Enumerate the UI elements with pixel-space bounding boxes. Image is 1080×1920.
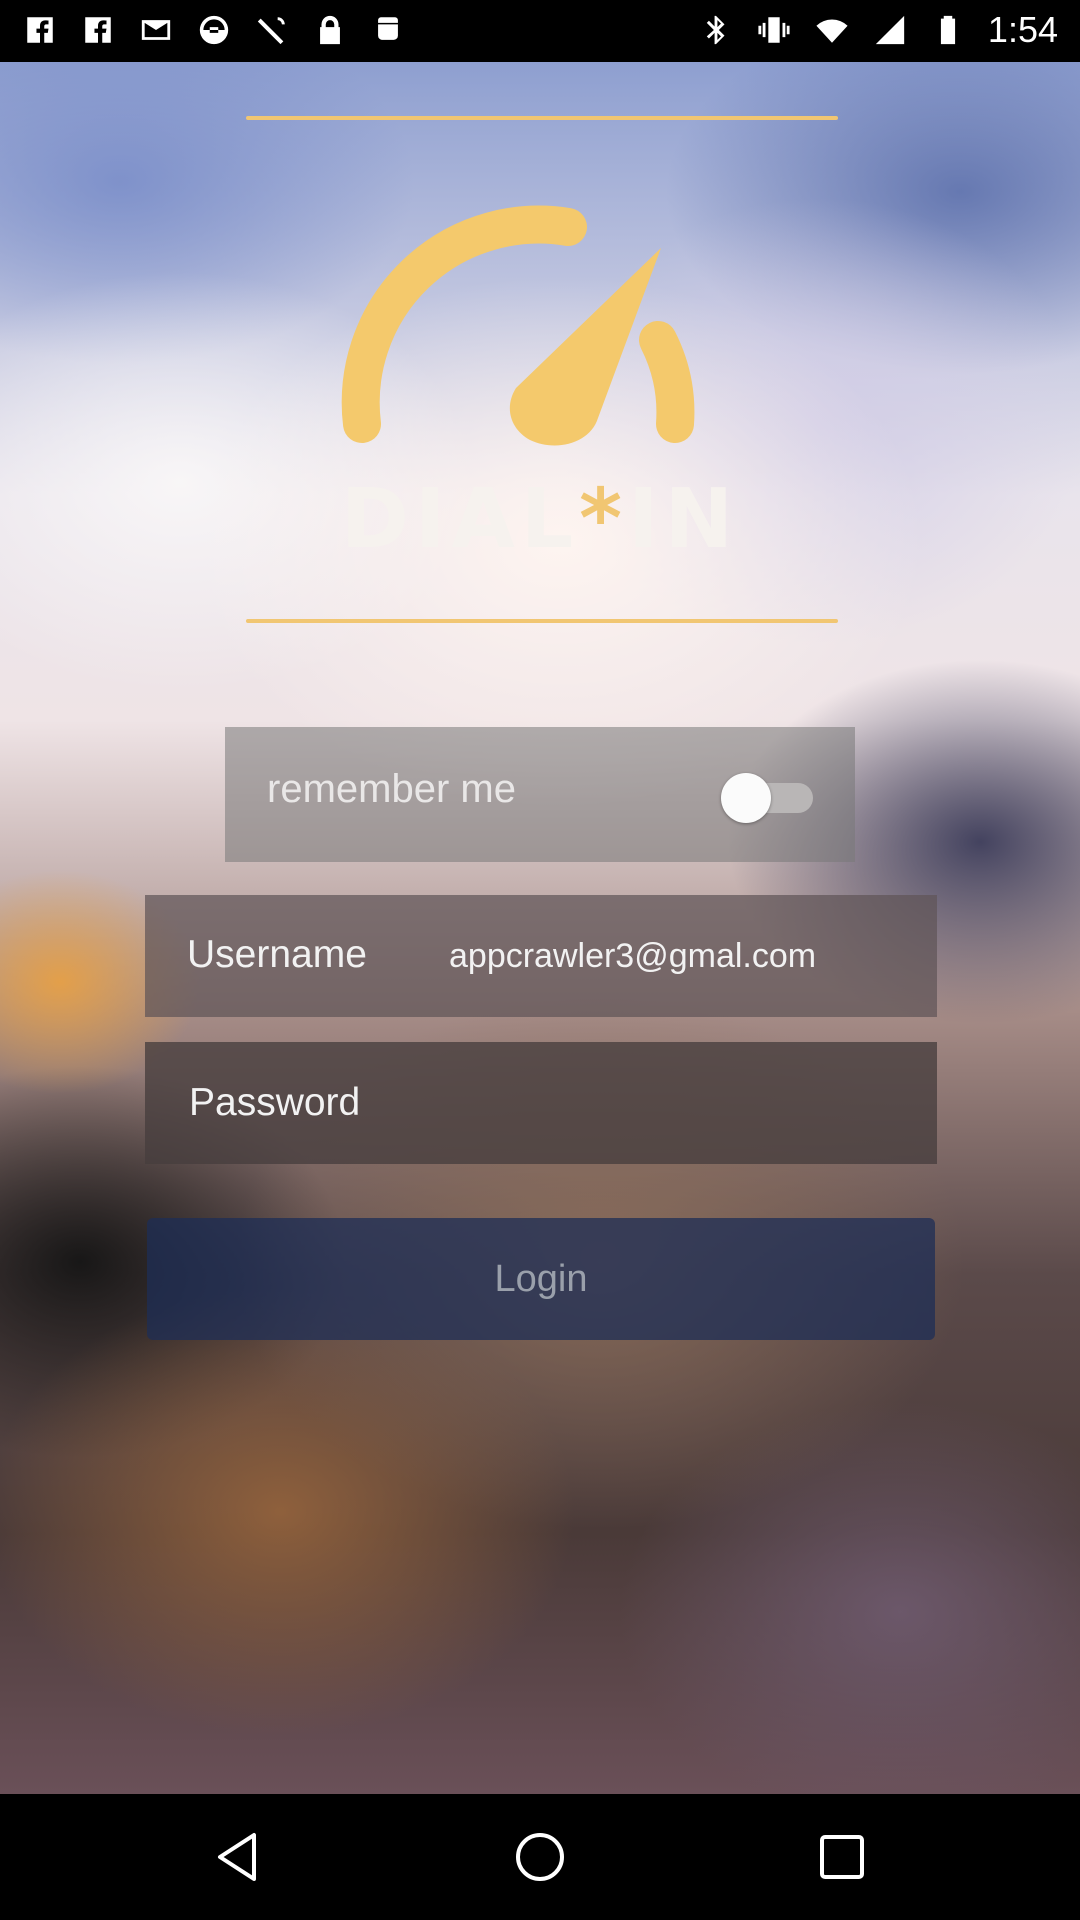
brand-star: * [579, 472, 629, 567]
gmail-icon [138, 12, 174, 48]
login-button[interactable]: Login [147, 1218, 935, 1340]
bluetooth-icon [698, 12, 734, 48]
remember-me-toggle[interactable] [719, 771, 815, 823]
brand-logo-text: DIAL*IN [0, 472, 1080, 567]
recent-apps-icon[interactable] [812, 1827, 872, 1887]
block-icon [196, 12, 232, 48]
brand-text-left: DIAL [340, 472, 580, 567]
login-screen: DIAL*IN remember me Username appcrawler3… [0, 62, 1080, 1794]
username-field[interactable]: Username appcrawler3@gmal.com [145, 895, 937, 1017]
cell-signal-icon [872, 12, 908, 48]
vibrate-icon [756, 12, 792, 48]
username-input[interactable]: appcrawler3@gmal.com [449, 937, 816, 976]
remember-me-row[interactable]: remember me [225, 727, 855, 862]
facebook-icon [80, 12, 116, 48]
status-bar: 1:54 [0, 0, 1080, 62]
facebook-icon [22, 12, 58, 48]
logo-top-divider [246, 116, 838, 120]
android-icon [370, 12, 406, 48]
lock-icon [312, 12, 348, 48]
speedometer-logo-icon [341, 205, 695, 446]
clock: 1:54 [987, 9, 1058, 50]
back-icon[interactable] [210, 1827, 270, 1887]
password-input[interactable] [187, 1072, 891, 1134]
password-field[interactable] [145, 1042, 937, 1164]
brand-text-right: IN [628, 472, 740, 567]
wifi-icon [814, 12, 850, 48]
remember-me-label: remember me [267, 767, 516, 811]
navigation-bar [0, 1794, 1080, 1920]
username-label: Username [187, 933, 367, 976]
toggle-knob [721, 773, 771, 823]
satellite-icon [254, 12, 290, 48]
home-icon[interactable] [510, 1827, 570, 1887]
logo-bottom-divider [246, 619, 838, 623]
battery-icon [930, 12, 966, 48]
